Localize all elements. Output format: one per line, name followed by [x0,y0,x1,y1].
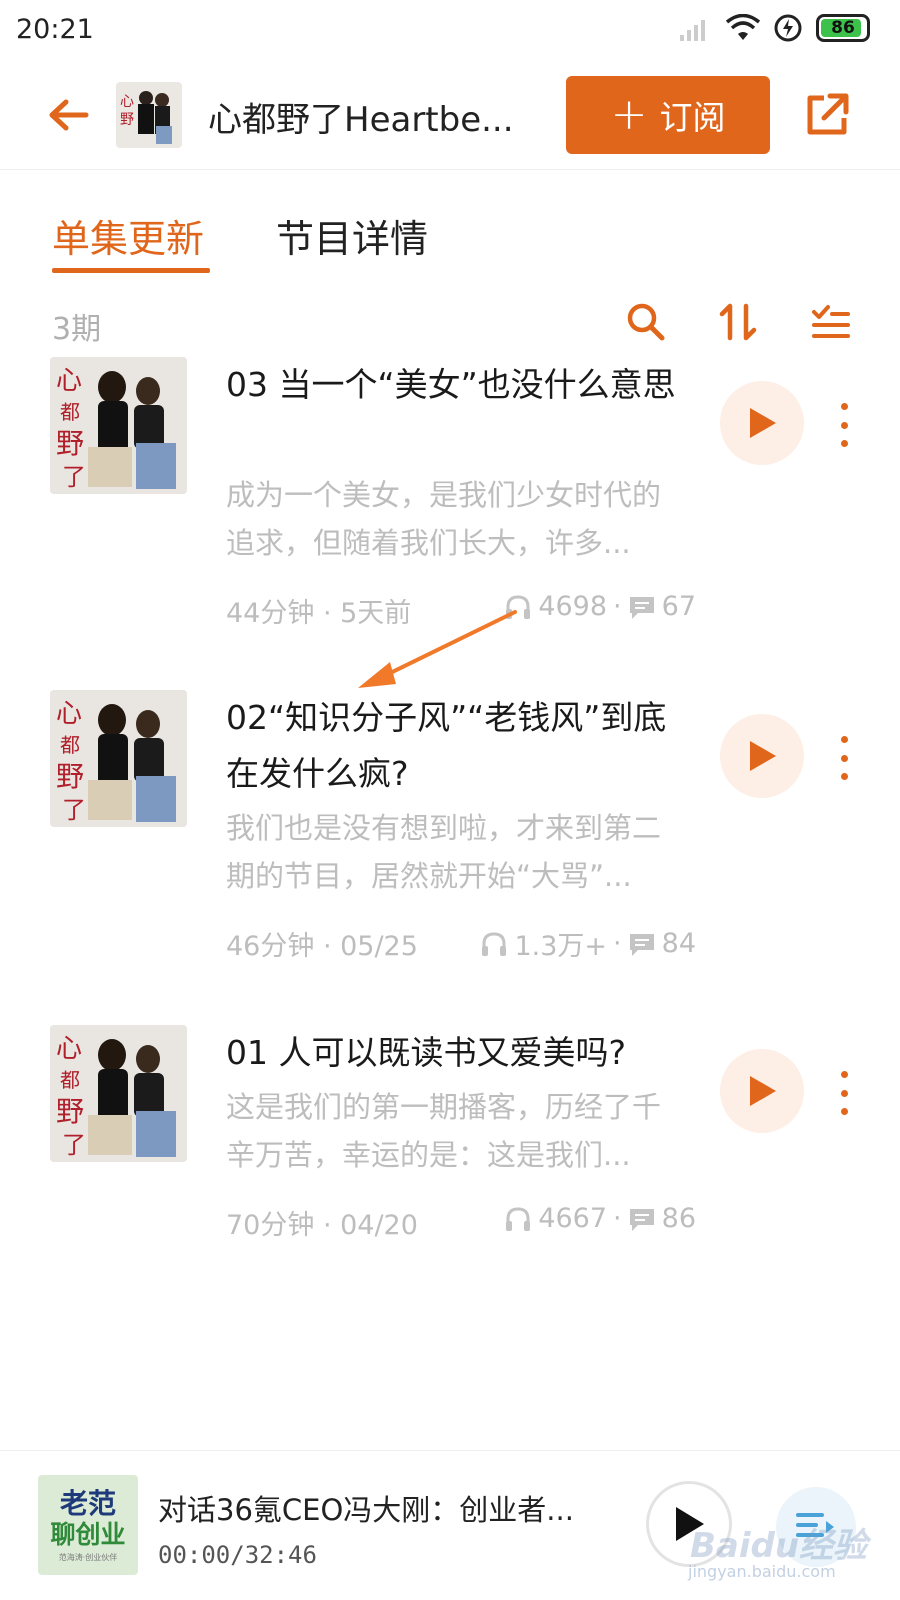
tab-bar: 单集更新 节目详情 [0,200,900,280]
svg-text:心: 心 [56,699,82,729]
watermark: Baidu经验 [690,1526,868,1566]
podcast-title: 心都野了Heartbe... [208,100,514,140]
player-cover-line2: 聊创业 [50,1519,126,1549]
search-icon[interactable] [624,300,668,344]
player-time: 00:00/32:46 [158,1541,317,1569]
signal-icon [680,20,705,41]
player-cover-line3: 范海涛·创业伙伴 [58,1552,118,1562]
tab-details[interactable]: 节目详情 [276,208,428,263]
episode-title: 02“知识分子风”“老钱风”到底在发什么疯? [226,698,667,793]
battery-indicator: 86 [816,14,870,42]
svg-text:了: 了 [62,463,86,491]
plus-icon: + [610,89,648,140]
annotation-arrow-icon [358,610,517,688]
play-icon [750,1076,776,1106]
comment-icon [629,1208,654,1231]
svg-text:心: 心 [120,94,134,110]
back-button[interactable] [44,90,94,140]
episode-duration-date: 46分钟 · 05/25 [226,931,418,962]
svg-text:心: 心 [56,366,82,396]
comment-icon [629,933,654,956]
play-button[interactable] [720,714,804,798]
svg-text:都: 都 [60,400,80,424]
play-count: 4698 [538,591,608,622]
charging-icon [774,14,802,42]
episode-description: 这是我们的第一期播客，历经了千辛万苦，幸运的是：这是我们... [226,1090,662,1172]
battery-level: 86 [831,18,855,38]
play-icon [750,408,776,438]
tab-active-indicator [52,268,210,273]
more-options-button[interactable] [834,403,854,447]
comment-count: 84 [661,928,696,959]
header: 心 野 心都野了Heartbe... + 订阅 [0,62,900,170]
episode-description: 成为一个美女，是我们少女时代的追求，但随着我们长大，许多... [226,478,662,560]
svg-text:野: 野 [56,1095,84,1128]
tab-episodes[interactable]: 单集更新 [52,208,204,263]
status-time: 20:21 [16,14,94,45]
svg-text:野: 野 [56,760,84,793]
headphones-icon [482,931,507,956]
status-bar: 20:21 86 [0,0,900,62]
episode-meta: 70分钟 · 04/20 4667 · 86 [226,1203,696,1241]
episode-description: 我们也是没有想到啦，才来到第二期的节目，居然就开始“大骂”... [226,811,662,893]
headphones-icon [506,1206,531,1231]
play-button[interactable] [720,1049,804,1133]
episode-toolbar: 3期 [0,300,900,350]
batch-select-icon[interactable] [808,300,852,344]
svg-text:野: 野 [120,112,134,128]
play-count: 1.3万+ [514,931,608,962]
play-count: 4667 [538,1203,608,1234]
episode-cover: 心 都 野 了 [50,1025,187,1162]
episode-count: 3期 [52,312,102,347]
episode-duration-date: 70分钟 · 04/20 [226,1210,418,1241]
back-arrow-icon [49,99,89,131]
episode-title: 03 当一个“美女”也没什么意思 [226,365,676,404]
wifi-icon [726,14,760,40]
play-button[interactable] [720,381,804,465]
comment-count: 86 [661,1203,696,1234]
share-icon [807,93,849,135]
podcast-cover-thumb: 心 野 [116,82,182,148]
share-button[interactable] [802,90,852,140]
svg-text:野: 野 [56,427,84,460]
comment-count: 67 [661,591,696,622]
more-options-button[interactable] [834,736,854,780]
watermark-url: jingyan.baidu.com [688,1562,836,1581]
svg-text:都: 都 [60,1068,80,1092]
comment-icon [629,596,654,619]
status-icons: 86 [680,14,870,42]
episode-cover: 心 都 野 了 [50,690,187,827]
sort-icon[interactable] [716,300,760,344]
episode-meta: 46分钟 · 05/25 1.3万+ · 84 [226,920,696,962]
play-icon [750,741,776,771]
more-options-button[interactable] [834,1071,854,1115]
svg-text:了: 了 [62,1131,86,1159]
player-cover-line1: 老范 [59,1486,116,1520]
subscribe-label: 订阅 [659,98,726,137]
player-cover: 老范 聊创业 范海涛·创业伙伴 [38,1475,138,1575]
svg-text:心: 心 [56,1034,82,1064]
episode-title: 01 人可以既读书又爱美吗? [226,1033,626,1072]
subscribe-button[interactable]: + 订阅 [566,76,770,154]
svg-text:都: 都 [60,733,80,757]
player-title: 对话36氪CEO冯大刚：创业者... [158,1493,574,1527]
episode-cover: 心 都 野 了 [50,357,187,494]
svg-text:了: 了 [62,796,86,824]
